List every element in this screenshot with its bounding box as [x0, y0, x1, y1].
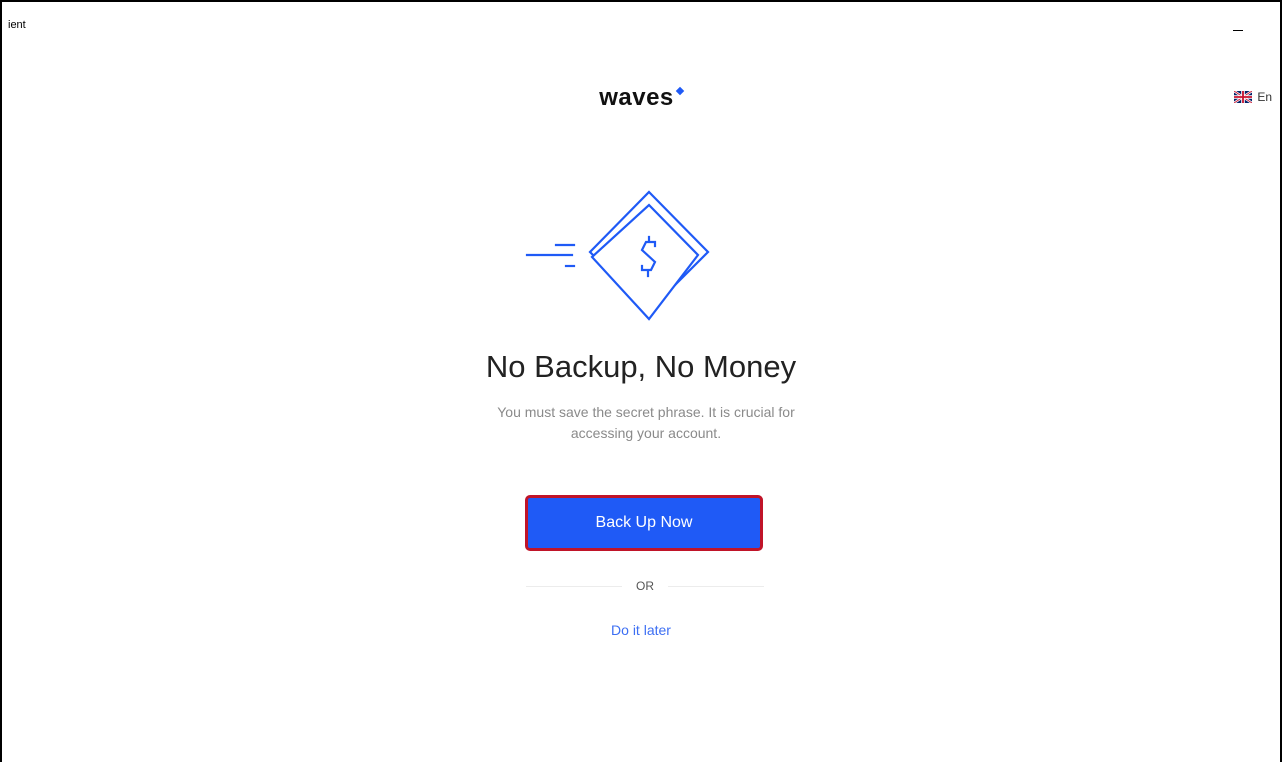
- do-it-later-link[interactable]: Do it later: [2, 622, 1280, 638]
- or-divider: OR: [526, 578, 764, 594]
- page-title: No Backup, No Money: [485, 349, 797, 384]
- divider-line-left: [526, 585, 622, 587]
- waves-logo: waves: [2, 84, 1280, 112]
- title-bar: ient: [2, 2, 1280, 42]
- app-window: ient waves En No Backup, No Money You mu…: [0, 0, 1282, 762]
- divider-label: OR: [636, 579, 654, 593]
- window-title: ient: [8, 19, 26, 31]
- front-diamond-icon: [590, 203, 700, 321]
- language-selector[interactable]: En: [1234, 90, 1272, 104]
- language-label: En: [1257, 90, 1272, 104]
- uk-flag-icon: [1234, 91, 1253, 103]
- dollar-diamond-speed-icon: [525, 190, 710, 321]
- minimize-button[interactable]: [1226, 16, 1250, 34]
- back-up-now-button[interactable]: Back Up Now: [525, 495, 763, 551]
- logo-diamond-icon: [675, 86, 685, 96]
- divider-line-right: [668, 585, 764, 587]
- description-text: You must save the secret phrase. It is c…: [497, 404, 795, 441]
- logo-text: waves: [599, 84, 674, 111]
